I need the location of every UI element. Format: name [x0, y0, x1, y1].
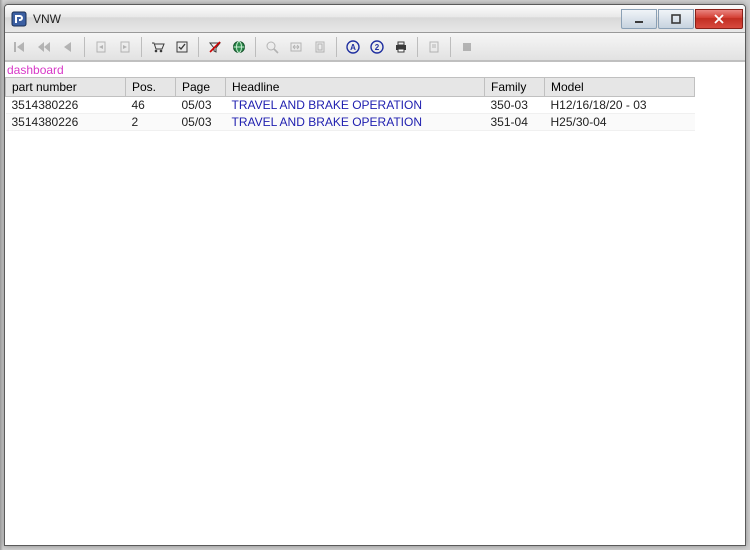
minimize-button[interactable]	[621, 9, 657, 29]
toolbar-separator	[417, 37, 418, 57]
back-icon	[61, 40, 75, 54]
nav-first-button[interactable]	[9, 36, 31, 58]
fit-width-icon	[289, 40, 303, 54]
cell-headline[interactable]: TRAVEL AND BRAKE OPERATION	[226, 97, 485, 114]
zoom-icon	[265, 40, 279, 54]
svg-text:A: A	[350, 43, 356, 52]
checklist-button[interactable]	[171, 36, 193, 58]
table-row[interactable]: 3514380226 46 05/03 TRAVEL AND BRAKE OPE…	[6, 97, 695, 114]
toolbar-separator	[84, 37, 85, 57]
stop-button[interactable]	[456, 36, 478, 58]
col-part-number[interactable]: part number	[6, 78, 126, 97]
doc-next-button[interactable]	[114, 36, 136, 58]
toolbar: A 2	[5, 33, 745, 61]
close-button[interactable]	[695, 9, 743, 29]
results-table: part number Pos. Page Headline Family Mo…	[5, 77, 695, 131]
note-button[interactable]	[423, 36, 445, 58]
cell-part-number: 3514380226	[6, 97, 126, 114]
doc-next-icon	[118, 40, 132, 54]
toolbar-separator	[198, 37, 199, 57]
doc-prev-icon	[94, 40, 108, 54]
cell-pos: 2	[126, 114, 176, 131]
toolbar-separator	[450, 37, 451, 57]
close-icon	[713, 14, 725, 24]
app-icon	[11, 11, 27, 27]
cell-family: 351-04	[485, 114, 545, 131]
toolbar-separator	[141, 37, 142, 57]
mark-q-icon: 2	[370, 40, 384, 54]
mark-a-icon: A	[346, 40, 360, 54]
print-icon	[394, 40, 408, 54]
note-icon	[427, 40, 441, 54]
stop-icon	[460, 40, 474, 54]
checklist-icon	[175, 40, 189, 54]
mark-q-button[interactable]: 2	[366, 36, 388, 58]
table-row[interactable]: 3514380226 2 05/03 TRAVEL AND BRAKE OPER…	[6, 114, 695, 131]
print-button[interactable]	[390, 36, 412, 58]
cell-page: 05/03	[176, 97, 226, 114]
no-filter-button[interactable]	[204, 36, 226, 58]
nav-rewind-button[interactable]	[33, 36, 55, 58]
globe-button[interactable]	[228, 36, 250, 58]
col-family[interactable]: Family	[485, 78, 545, 97]
section-label: dashboard	[5, 61, 745, 77]
fit-page-icon	[313, 40, 327, 54]
fit-page-button[interactable]	[309, 36, 331, 58]
maximize-button[interactable]	[658, 9, 694, 29]
content-area: dashboard part number Pos. Page Headline…	[5, 61, 745, 545]
cell-headline[interactable]: TRAVEL AND BRAKE OPERATION	[226, 114, 485, 131]
rewind-icon	[37, 40, 51, 54]
zoom-button[interactable]	[261, 36, 283, 58]
window-controls	[620, 9, 743, 29]
table-header-row: part number Pos. Page Headline Family Mo…	[6, 78, 695, 97]
toolbar-separator	[336, 37, 337, 57]
cart-button[interactable]	[147, 36, 169, 58]
doc-prev-button[interactable]	[90, 36, 112, 58]
first-icon	[13, 40, 27, 54]
col-page[interactable]: Page	[176, 78, 226, 97]
cell-page: 05/03	[176, 114, 226, 131]
window-title: VNW	[33, 12, 620, 26]
col-model[interactable]: Model	[545, 78, 695, 97]
mark-a-button[interactable]: A	[342, 36, 364, 58]
fit-width-button[interactable]	[285, 36, 307, 58]
minimize-icon	[634, 14, 644, 24]
cell-family: 350-03	[485, 97, 545, 114]
globe-icon	[232, 40, 246, 54]
no-filter-icon	[208, 40, 222, 54]
titlebar[interactable]: VNW	[5, 5, 745, 33]
nav-back-button[interactable]	[57, 36, 79, 58]
cell-model: H25/30-04	[545, 114, 695, 131]
maximize-icon	[671, 14, 681, 24]
left-shadow	[0, 0, 3, 550]
toolbar-separator	[255, 37, 256, 57]
svg-text:2: 2	[375, 43, 380, 52]
cell-part-number: 3514380226	[6, 114, 126, 131]
cell-model: H12/16/18/20 - 03	[545, 97, 695, 114]
col-headline[interactable]: Headline	[226, 78, 485, 97]
col-pos[interactable]: Pos.	[126, 78, 176, 97]
app-window: VNW A 2	[4, 4, 746, 546]
cell-pos: 46	[126, 97, 176, 114]
cart-icon	[151, 40, 165, 54]
